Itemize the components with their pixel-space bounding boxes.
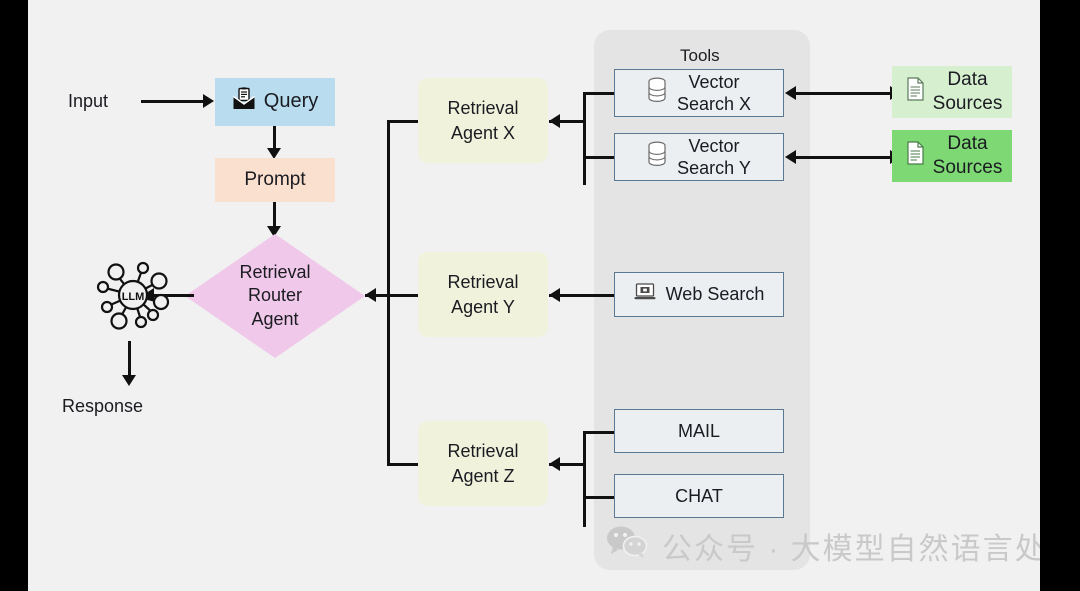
retrieval-router-agent-node[interactable]: Retrieval Router Agent <box>185 234 365 358</box>
edge-agent-trunk-vertical <box>387 120 390 466</box>
web-search-label: Web Search <box>665 284 765 305</box>
database-icon <box>647 77 667 109</box>
prompt-node[interactable]: Prompt <box>215 158 335 202</box>
arrowhead-input-query <box>203 94 214 108</box>
llm-icon-label: LLM <box>122 291 145 303</box>
edge-agentz-branch-vertical <box>583 431 586 527</box>
data-source-1-node[interactable]: Data Sources <box>892 66 1012 118</box>
retrieval-agent-x-node[interactable]: Retrieval Agent X <box>418 78 548 163</box>
envelope-document-icon <box>232 87 256 118</box>
data-source-2-line-2: Sources <box>932 157 1003 178</box>
agent-x-label-line-1: Retrieval <box>447 98 519 119</box>
edge-agentx-branch-vertical <box>583 92 586 185</box>
retrieval-agent-y-node[interactable]: Retrieval Agent Y <box>418 252 548 337</box>
chat-node[interactable]: CHAT <box>614 474 784 518</box>
document-icon <box>906 77 925 108</box>
edge-vectorx-datasource <box>796 92 894 95</box>
router-label-line-2: Router <box>247 285 303 306</box>
agent-z-label-line-1: Retrieval <box>447 441 519 462</box>
vector-x-label-line-2: Search X <box>676 94 752 114</box>
agent-y-label-line-2: Agent Y <box>451 296 515 317</box>
vector-y-label-line-2: Search Y <box>677 158 751 178</box>
agent-z-label-line-2: Agent Z <box>451 465 515 486</box>
router-label-line-1: Retrieval <box>239 261 311 282</box>
arrowhead-llm-response <box>122 375 136 386</box>
edge-vectory-datasource <box>796 156 894 159</box>
vector-y-label-line-1: Vector <box>688 135 740 156</box>
query-node[interactable]: Query <box>215 78 335 126</box>
response-label: Response <box>62 396 144 416</box>
monitor-icon <box>634 283 656 307</box>
web-search-node[interactable]: Web Search <box>614 272 784 317</box>
llm-network-icon: LLM <box>96 250 170 336</box>
tools-panel-title: Tools <box>680 46 720 65</box>
mail-node[interactable]: MAIL <box>614 409 784 453</box>
arrowhead-agenty-websearch-left <box>549 288 560 302</box>
arrowhead-branch-agentz <box>549 457 560 471</box>
chat-label: CHAT <box>675 485 723 506</box>
edge-input-query <box>141 100 203 103</box>
vector-search-x-node[interactable]: Vector Search X <box>614 69 784 117</box>
agent-y-label-line-1: Retrieval <box>447 272 519 293</box>
arrowhead-trunk-router <box>365 288 376 302</box>
watermark: 公众号 · 大模型自然语言处理 <box>606 524 1040 568</box>
arrowhead-vectorx-datasource-left <box>785 86 796 100</box>
database-icon <box>647 141 667 173</box>
vector-x-label-line-1: Vector <box>688 71 740 92</box>
prompt-label: Prompt <box>244 168 306 190</box>
agent-x-label-line-2: Agent X <box>450 122 516 143</box>
data-source-2-node[interactable]: Data Sources <box>892 130 1012 182</box>
arrowhead-vectory-datasource-left <box>785 150 796 164</box>
wechat-icon <box>606 525 648 567</box>
vector-search-y-node[interactable]: Vector Search Y <box>614 133 784 181</box>
watermark-text: 公众号 · 大模型自然语言处理 <box>662 533 1040 566</box>
mail-label: MAIL <box>677 420 720 441</box>
data-source-1-line-1: Data <box>947 69 988 91</box>
query-label: Query <box>263 90 319 113</box>
retrieval-agent-z-node[interactable]: Retrieval Agent Z <box>418 421 548 506</box>
arrowhead-branch-agentx <box>549 114 560 128</box>
data-source-1-line-2: Sources <box>932 93 1003 114</box>
router-label-line-3: Agent <box>251 308 299 329</box>
edge-llm-response <box>128 341 131 379</box>
diagram-canvas: Tools Input Query Prompt Retrieval Route… <box>0 0 1080 591</box>
document-icon <box>906 141 925 172</box>
data-source-2-line-1: Data <box>947 133 988 155</box>
input-label: Input <box>68 91 109 111</box>
diagram-content: Tools Input Query Prompt Retrieval Route… <box>28 0 1040 591</box>
